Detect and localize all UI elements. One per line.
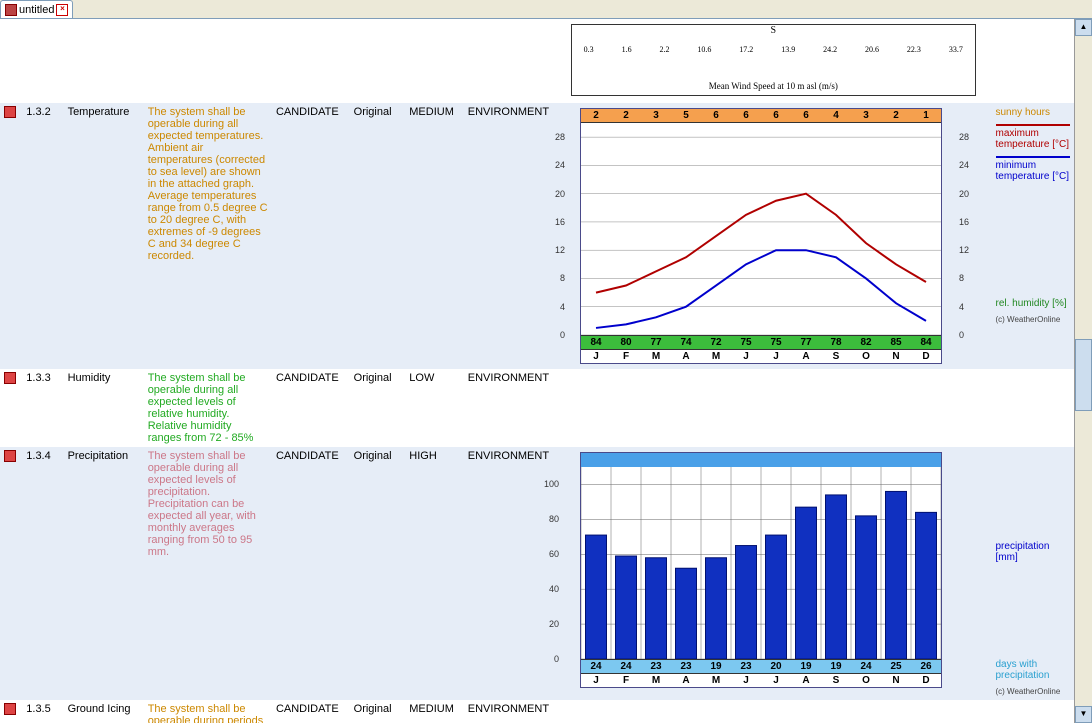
wind-chart-stub: S 0.31.62.210.617.213.924.220.622.333.7 … — [571, 24, 976, 96]
scroll-down-button[interactable]: ▼ — [1075, 706, 1092, 723]
requirement-row[interactable]: 1.3.2 Temperature The system shall be op… — [0, 103, 1074, 369]
type-cell: Original — [350, 700, 406, 723]
tab-title: untitled — [19, 4, 54, 16]
type-cell: Original — [350, 369, 406, 447]
category-cell: ENVIRONMENT — [464, 700, 558, 723]
section-number: 1.3.3 — [22, 369, 63, 447]
vertical-scrollbar[interactable]: ▲ ▼ — [1075, 19, 1092, 723]
category-cell: ENVIRONMENT — [464, 103, 558, 369]
chart-legend — [992, 700, 1075, 723]
requirement-icon — [4, 106, 16, 118]
chart-copyright: (c) WeatherOnline — [996, 687, 1071, 696]
requirement-icon — [4, 450, 16, 462]
legend-sunny: sunny hours — [996, 107, 1071, 118]
status-cell: CANDIDATE — [272, 103, 350, 369]
legend-humidity: rel. humidity [%] — [996, 298, 1071, 309]
chart-cell — [558, 700, 991, 723]
category-cell: ENVIRONMENT — [464, 369, 558, 447]
chart-copyright: (c) WeatherOnline — [996, 315, 1071, 324]
requirement-title: Ground Icing — [64, 700, 144, 723]
sunny-hours-band: 223566664321 — [581, 109, 941, 123]
section-number: 1.3.4 — [22, 447, 63, 700]
chart-legend: sunny hours maximum temperature [°C] min… — [992, 103, 1075, 369]
requirement-text: The system shall be operable during all … — [144, 447, 272, 700]
severity-cell: MEDIUM — [405, 103, 464, 369]
type-cell: Original — [350, 103, 406, 369]
status-cell: CANDIDATE — [272, 447, 350, 700]
severity-cell: LOW — [405, 369, 464, 447]
requirement-icon — [4, 703, 16, 715]
requirement-text: The system shall be operable during peri… — [144, 700, 272, 723]
type-cell: Original — [350, 447, 406, 700]
temperature-chart: 223566664321 04812162024280481216202428 … — [580, 108, 942, 364]
legend-max-temp: maximum temperature [°C] — [996, 128, 1071, 150]
chart-legend: precipitation [mm] days with precipitati… — [992, 447, 1075, 700]
precipitation-chart: 020406080100 242423231923201919242526 JF… — [580, 452, 942, 688]
wind-caption: Mean Wind Speed at 10 m asl (m/s) — [572, 81, 975, 91]
tab-bar: untitled × — [0, 0, 1092, 19]
section-number: 1.3.2 — [22, 103, 63, 369]
requirement-icon — [4, 372, 16, 384]
requirement-row[interactable]: 1.3.5 Ground Icing The system shall be o… — [0, 700, 1074, 723]
chart-legend — [992, 369, 1075, 447]
requirements-grid: S 0.31.62.210.617.213.924.220.622.333.7 … — [0, 19, 1075, 723]
requirement-text: The system shall be operable during all … — [144, 103, 272, 369]
status-cell: CANDIDATE — [272, 369, 350, 447]
section-number: 1.3.5 — [22, 700, 63, 723]
chart-cell: 223566664321 04812162024280481216202428 … — [558, 103, 991, 369]
requirement-row[interactable]: 1.3.3 Humidity The system shall be opera… — [0, 369, 1074, 447]
status-cell: CANDIDATE — [272, 700, 350, 723]
requirement-row[interactable]: 1.3.4 Precipitation The system shall be … — [0, 447, 1074, 700]
precip-days-band: 242423231923201919242526 — [581, 659, 941, 673]
close-icon[interactable]: × — [56, 4, 68, 16]
month-axis: JFMAMJJASOND — [581, 673, 941, 687]
chart-cell — [558, 369, 991, 447]
requirement-title: Humidity — [64, 369, 144, 447]
document-icon — [5, 4, 17, 16]
scroll-thumb[interactable] — [1075, 339, 1092, 411]
legend-precip-days: days with precipitation — [996, 659, 1071, 681]
severity-cell: MEDIUM — [405, 700, 464, 723]
month-axis: JFMAMJJASOND — [581, 349, 941, 363]
legend-precip: precipitation [mm] — [996, 541, 1071, 563]
requirement-title: Precipitation — [64, 447, 144, 700]
wind-south-label: S — [572, 25, 975, 36]
requirement-title: Temperature — [64, 103, 144, 369]
humidity-band: 848077747275757778828584 — [581, 335, 941, 349]
severity-cell: HIGH — [405, 447, 464, 700]
chart-cell: 020406080100 242423231923201919242526 JF… — [558, 447, 991, 700]
legend-min-temp: minimum temperature [°C] — [996, 160, 1071, 182]
document-tab[interactable]: untitled × — [0, 0, 73, 18]
requirement-text: The system shall be operable during all … — [144, 369, 272, 447]
scroll-up-button[interactable]: ▲ — [1075, 19, 1092, 36]
